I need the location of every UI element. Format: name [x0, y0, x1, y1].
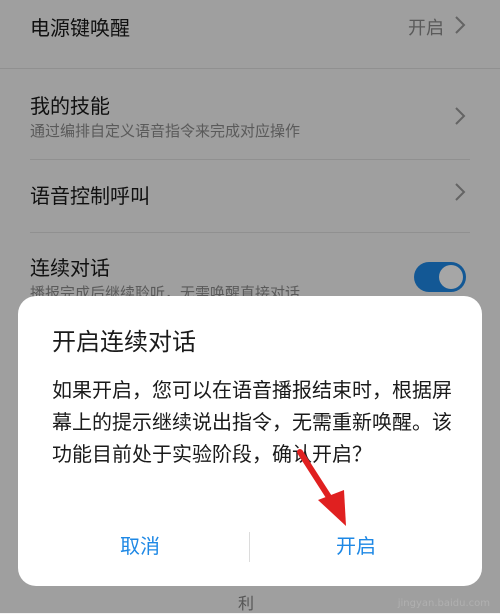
cancel-button[interactable]: 取消 — [40, 530, 240, 559]
confirm-button[interactable]: 开启 — [256, 530, 456, 559]
dialog-message: 如果开启，您可以在语音播报结束时，根据屏幕上的提示继续说出指令，无需重新唤醒。该… — [52, 378, 452, 466]
bottom-partial-text: 利 — [238, 594, 255, 613]
button-divider — [249, 532, 250, 562]
confirm-dialog: 开启连续对话 如果开启，您可以在语音播报结束时，根据屏幕上的提示继续说出指令，无… — [18, 296, 482, 586]
watermark: jingyan.baidu.com — [397, 598, 490, 609]
dialog-title: 开启连续对话 — [52, 328, 196, 356]
